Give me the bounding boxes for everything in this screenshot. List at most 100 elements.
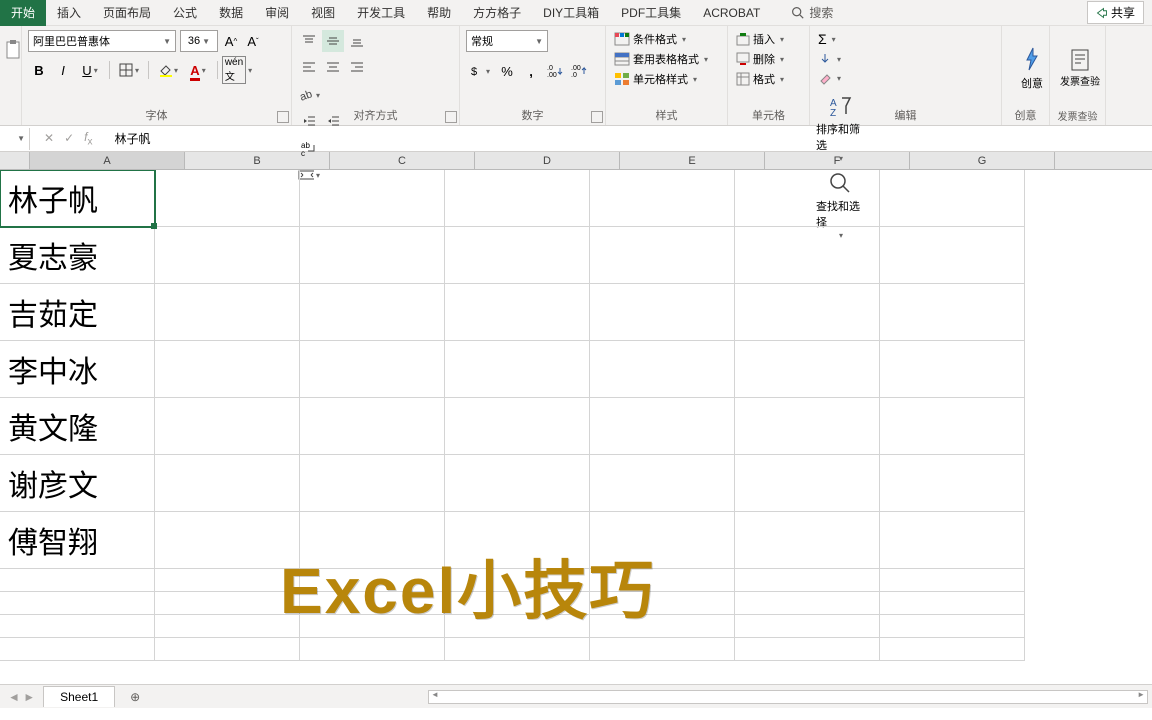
tab-data[interactable]: 数据 [208, 0, 254, 26]
tab-page-layout[interactable]: 页面布局 [92, 0, 162, 26]
cell[interactable] [880, 569, 1025, 592]
format-cells-button[interactable]: 格式▾ [734, 70, 803, 88]
cell[interactable] [155, 592, 300, 615]
align-middle-button[interactable] [322, 30, 344, 52]
align-bottom-button[interactable] [346, 30, 368, 52]
cell[interactable] [300, 227, 445, 284]
comma-button[interactable]: , [520, 60, 542, 82]
cell[interactable] [590, 170, 735, 227]
tab-fanfan[interactable]: 方方格子 [462, 0, 532, 26]
ideas-button[interactable]: 创意 [1008, 30, 1056, 102]
cancel-formula-button[interactable]: ✕ [44, 131, 54, 145]
align-left-button[interactable] [298, 56, 320, 78]
spreadsheet-grid[interactable]: 林子帆 夏志豪 吉茹定 李中冰 黄文隆 谢彦文 傅智翔 Excel小技巧 给汉字… [0, 170, 1152, 684]
align-right-button[interactable] [346, 56, 368, 78]
cell[interactable] [735, 455, 880, 512]
cell[interactable] [445, 455, 590, 512]
bold-button[interactable]: B [28, 59, 50, 81]
horizontal-scrollbar[interactable] [428, 690, 1148, 704]
name-box[interactable]: ▼ [0, 128, 30, 150]
cell[interactable] [735, 227, 880, 284]
cell[interactable] [445, 284, 590, 341]
cell[interactable] [880, 398, 1025, 455]
tab-pdf[interactable]: PDF工具集 [610, 0, 692, 26]
cell[interactable] [300, 455, 445, 512]
tab-formulas[interactable]: 公式 [162, 0, 208, 26]
cell[interactable] [735, 341, 880, 398]
cell[interactable] [300, 398, 445, 455]
fx-button[interactable]: fx [84, 130, 92, 147]
cell[interactable] [880, 227, 1025, 284]
cell[interactable] [880, 638, 1025, 661]
select-all-corner[interactable] [0, 152, 30, 169]
cell[interactable] [735, 615, 880, 638]
cell[interactable] [590, 227, 735, 284]
add-sheet-button[interactable]: ⊕ [123, 685, 147, 709]
cell[interactable] [445, 227, 590, 284]
col-header-a[interactable]: A [30, 152, 185, 169]
decrease-font-button[interactable]: Aˇ [244, 30, 262, 52]
enter-formula-button[interactable]: ✓ [64, 131, 74, 145]
align-center-button[interactable] [322, 56, 344, 78]
cell[interactable] [735, 284, 880, 341]
cell[interactable] [880, 284, 1025, 341]
cell-a5[interactable]: 黄文隆 [0, 398, 155, 455]
sheet-nav[interactable]: ◄ ► [0, 690, 43, 704]
fill-button[interactable]: ▾ [816, 51, 995, 67]
search-box[interactable]: 搜索 [791, 4, 833, 21]
cell-a2[interactable]: 夏志豪 [0, 227, 155, 284]
cell[interactable] [735, 569, 880, 592]
cell[interactable] [880, 615, 1025, 638]
cell[interactable] [155, 170, 300, 227]
increase-font-button[interactable]: A^ [222, 30, 240, 52]
cell[interactable] [0, 569, 155, 592]
cell[interactable] [735, 592, 880, 615]
share-button[interactable]: 共享 [1087, 1, 1144, 24]
cell[interactable] [880, 170, 1025, 227]
paste-button[interactable] [2, 30, 24, 70]
alignment-dialog-launcher[interactable] [445, 111, 457, 123]
delete-cells-button[interactable]: 删除▾ [734, 50, 803, 68]
cell[interactable] [300, 341, 445, 398]
tab-diy[interactable]: DIY工具箱 [532, 0, 610, 26]
cell[interactable] [590, 341, 735, 398]
increase-decimal-button[interactable]: .0.00 [544, 60, 566, 82]
orientation-button[interactable]: ab▾ [298, 84, 320, 106]
invoice-button[interactable]: 发票查验 [1056, 30, 1104, 102]
format-table-button[interactable]: 套用表格格式▾ [612, 50, 721, 68]
tab-insert[interactable]: 插入 [46, 0, 92, 26]
cell[interactable] [0, 638, 155, 661]
cell[interactable] [445, 341, 590, 398]
insert-cells-button[interactable]: 插入▾ [734, 30, 803, 48]
clear-button[interactable]: ▾ [816, 70, 995, 86]
sheet-tab-1[interactable]: Sheet1 [43, 686, 115, 707]
col-header-d[interactable]: D [475, 152, 620, 169]
border-button[interactable]: ▾ [115, 59, 143, 81]
underline-button[interactable]: U▾ [76, 59, 104, 81]
sort-filter-button[interactable]: AZ 排序和筛选▾ [816, 90, 864, 163]
cell[interactable] [155, 615, 300, 638]
tab-developer[interactable]: 开发工具 [346, 0, 416, 26]
cell-styles-button[interactable]: 单元格样式▾ [612, 70, 721, 88]
cell-a6[interactable]: 谢彦文 [0, 455, 155, 512]
cell-a4[interactable]: 李中冰 [0, 341, 155, 398]
cell[interactable] [880, 592, 1025, 615]
cell[interactable] [155, 227, 300, 284]
fill-color-button[interactable]: ▾ [154, 59, 182, 81]
tab-view[interactable]: 视图 [300, 0, 346, 26]
align-top-button[interactable] [298, 30, 320, 52]
cell[interactable] [0, 592, 155, 615]
phonetic-button[interactable]: wén文▾ [223, 59, 251, 81]
cell[interactable] [155, 512, 300, 569]
cell[interactable] [155, 455, 300, 512]
font-color-button[interactable]: A▾ [184, 59, 212, 81]
percent-button[interactable]: % [496, 60, 518, 82]
font-dialog-launcher[interactable] [277, 111, 289, 123]
cell[interactable] [735, 170, 880, 227]
font-size-select[interactable]: 36▼ [180, 30, 218, 52]
italic-button[interactable]: I [52, 59, 74, 81]
cell[interactable] [590, 284, 735, 341]
tab-home[interactable]: 开始 [0, 0, 46, 26]
autosum-button[interactable]: Σ▾ [816, 30, 995, 48]
cell[interactable] [155, 341, 300, 398]
